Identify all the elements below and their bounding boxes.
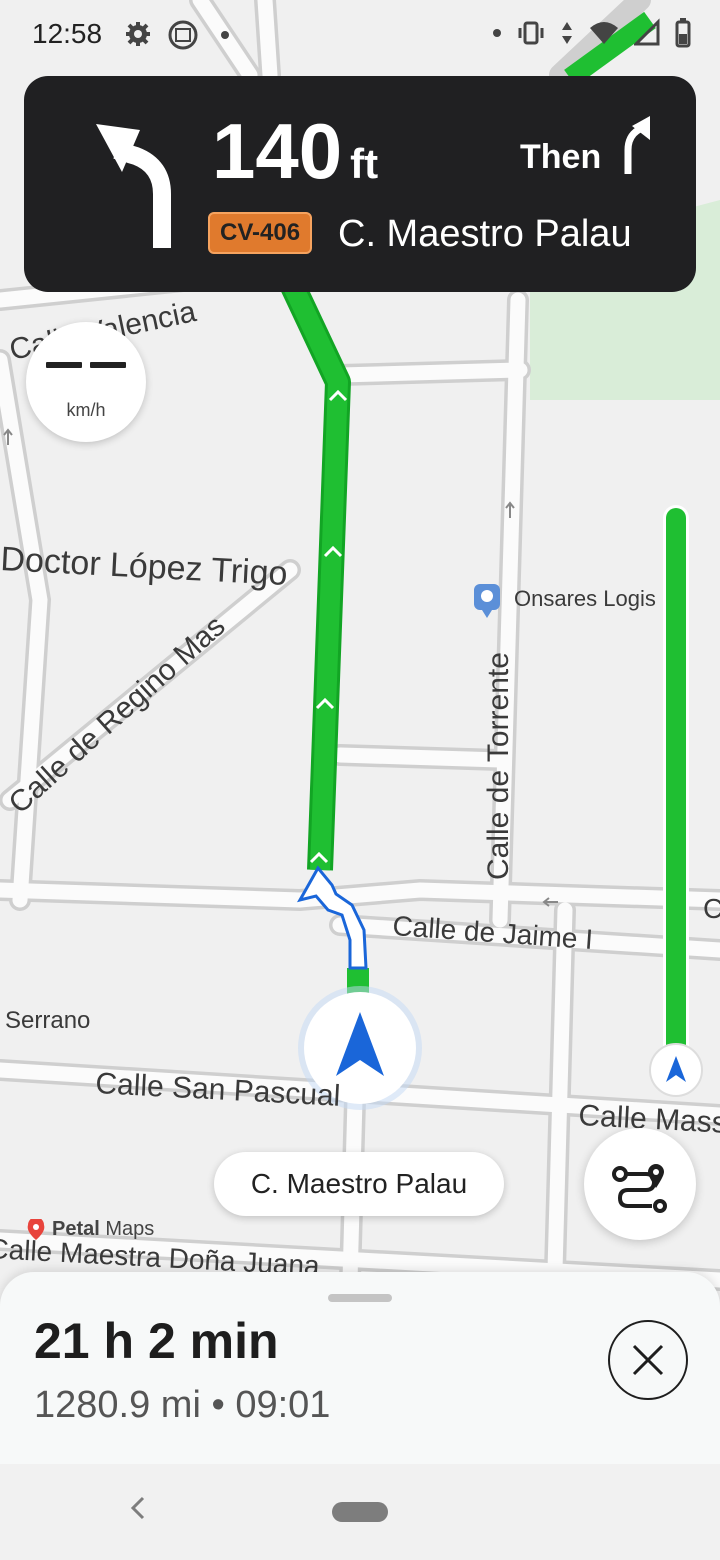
petal-brand: Petal bbox=[52, 1218, 100, 1240]
eta-distance: 1280.9 mi bbox=[34, 1384, 201, 1426]
distance-unit: ft bbox=[350, 140, 379, 187]
petal-brand-suffix: Maps bbox=[105, 1218, 155, 1240]
next-street-name: C. Maestro Palau bbox=[338, 213, 632, 255]
status-bar: 12:58 bbox=[0, 0, 720, 72]
status-time: 12:58 bbox=[32, 18, 103, 49]
dot-icon bbox=[493, 29, 501, 37]
map-label-torrente: Calle de Torrente bbox=[482, 652, 515, 880]
road-number-badge: CV-406 bbox=[208, 212, 313, 254]
eta-duration: 21 h 2 min bbox=[34, 1313, 279, 1369]
app-notification-icon bbox=[168, 20, 198, 50]
distance-value: 140 bbox=[212, 107, 343, 195]
then-label: Then bbox=[520, 138, 602, 176]
home-pill[interactable] bbox=[332, 1502, 388, 1522]
close-icon bbox=[632, 1344, 664, 1376]
status-icons bbox=[492, 18, 692, 48]
system-nav-bar bbox=[0, 1464, 720, 1560]
eta-arrival: 09:01 bbox=[235, 1384, 331, 1426]
map-label-serrano: Serrano bbox=[5, 1007, 90, 1034]
trip-summary-sheet[interactable]: 21 h 2 min 1280.9 mi • 09:01 bbox=[0, 1272, 720, 1464]
speed-unit: km/h bbox=[66, 400, 106, 420]
route-overview-icon bbox=[612, 1164, 667, 1213]
map-label-poi[interactable]: Onsares Logis bbox=[514, 586, 656, 611]
instruction-card[interactable]: 140 ft Then CV-406 C. Maestro Palau bbox=[24, 76, 696, 292]
signal-icon bbox=[634, 18, 660, 46]
maneuver-distance: 140 ft bbox=[212, 106, 378, 209]
then-turn-right-icon bbox=[624, 116, 650, 174]
exit-navigation-button[interactable] bbox=[608, 1320, 688, 1400]
back-icon[interactable] bbox=[128, 1490, 148, 1526]
data-arrows-icon bbox=[562, 22, 572, 44]
eta-details: 1280.9 mi • 09:01 bbox=[34, 1384, 330, 1427]
map-label-edge-c: C bbox=[703, 893, 720, 924]
wifi-icon bbox=[590, 22, 618, 44]
current-road-label: C. Maestro Palau bbox=[214, 1152, 504, 1216]
petal-logo-icon bbox=[27, 1218, 45, 1240]
eta-separator: • bbox=[211, 1384, 225, 1426]
speedometer: km/h bbox=[26, 322, 146, 442]
sheet-drag-handle[interactable] bbox=[328, 1294, 392, 1302]
vibrate-icon bbox=[518, 21, 544, 45]
dot-icon bbox=[221, 31, 229, 39]
settings-icon bbox=[126, 22, 150, 46]
petal-maps-logo: Petal Maps bbox=[26, 1218, 154, 1241]
route-overview-button[interactable] bbox=[584, 1128, 696, 1240]
turn-left-icon bbox=[96, 124, 171, 248]
battery-icon bbox=[675, 18, 691, 48]
speed-placeholder bbox=[46, 362, 126, 370]
